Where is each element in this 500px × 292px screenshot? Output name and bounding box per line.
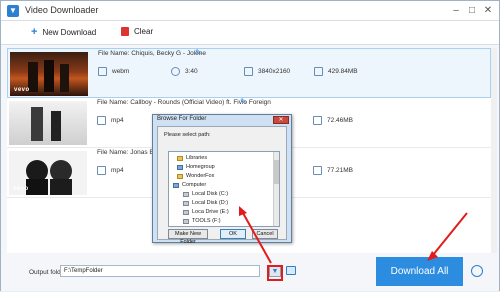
app-window: ▼ Video Downloader – □ ✕ + New Download … [0, 0, 500, 291]
annotation-arrows [239, 206, 468, 264]
